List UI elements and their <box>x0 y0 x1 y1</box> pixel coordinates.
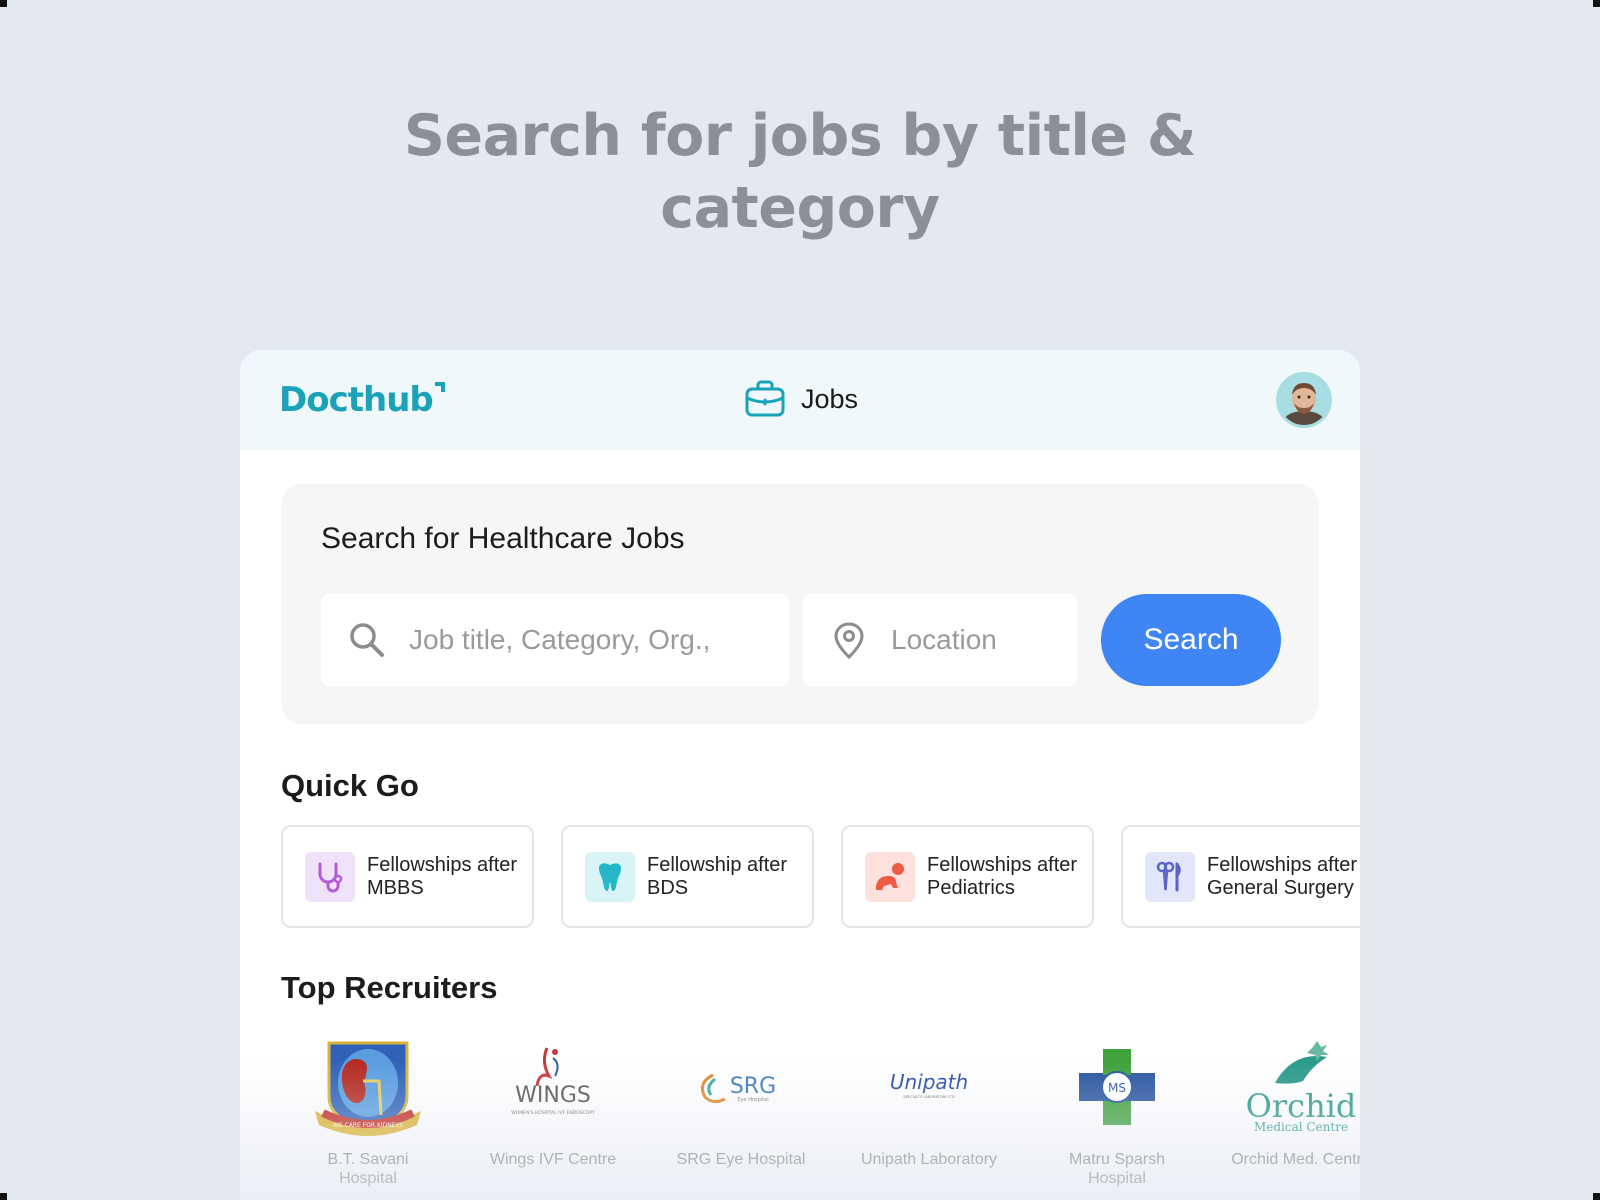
recruiter-name: Matru Sparsh Hospital <box>1068 1151 1166 1187</box>
wings-logo-text: WINGS <box>515 1083 591 1108</box>
unipath-logo-subtext: SPECIALTY LABORATORY LTD <box>903 1095 954 1099</box>
docthub-logo[interactable]: Docthub <box>279 380 445 420</box>
orchid-logo-subtext: Medical Centre <box>1254 1120 1348 1134</box>
hero-title: Search for jobs by title & category <box>0 100 1600 244</box>
stethoscope-icon <box>305 851 355 902</box>
tooth-icon <box>585 851 635 902</box>
quick-go-row: Fellowships after MBBS Fellowship after … <box>281 825 1360 928</box>
kidney-logo-text: WE CARE FOR KIDNEYS <box>333 1122 403 1129</box>
location-pin-icon <box>834 622 864 660</box>
srg-logo-subtext: Eye Hospital <box>737 1097 768 1103</box>
cross-logo: MS <box>1047 1032 1187 1142</box>
top-recruiters-row: WE CARE FOR KIDNEYS B.T. Savani Hospital… <box>281 1032 1360 1200</box>
recruiter-name: Unipath Laboratory <box>860 1151 998 1168</box>
quick-go-card[interactable]: Fellowship after BDS <box>561 825 814 928</box>
search-button[interactable]: Search <box>1101 594 1281 686</box>
recruiter-card[interactable]: MS Matru Sparsh Hospital <box>1027 1032 1207 1188</box>
orchid-logo: Orchid Medical Centre <box>1231 1032 1360 1142</box>
quick-go-card[interactable]: Fellowships after Pediatrics <box>841 825 1094 928</box>
recruiter-card[interactable]: WE CARE FOR KIDNEYS B.T. Savani Hospital <box>278 1032 458 1188</box>
recruiter-name: Orchid Med. Centre <box>1231 1151 1360 1168</box>
nav-jobs[interactable]: Jobs <box>745 380 858 418</box>
wings-logo: WINGS WOMEN'S HOSPITAL IVF ENDOSCOPY <box>483 1032 623 1142</box>
recruiter-card[interactable]: Orchid Medical Centre Orchid Med. Centre <box>1211 1032 1360 1169</box>
app-header: Docthub Jobs <box>240 350 1360 450</box>
unipath-logo: Unipath SPECIALTY LABORATORY LTD <box>859 1032 999 1142</box>
search-icon <box>350 623 384 657</box>
quick-go-label: Fellowship after BDS <box>647 853 788 899</box>
recruiter-name: B.T. Savani Hospital <box>327 1151 409 1187</box>
logo-text: Docthub <box>279 380 434 420</box>
corner-mark <box>0 0 7 7</box>
hero-title-line-2: category <box>660 175 940 241</box>
quick-go-title: Quick Go <box>281 768 419 803</box>
job-search-panel: Search for Healthcare Jobs Search <box>281 484 1319 724</box>
quick-go-card[interactable]: Fellowships after MBBS <box>281 825 534 928</box>
logo-corner-mark <box>434 382 445 392</box>
location-search-field[interactable] <box>803 594 1081 686</box>
wings-logo-subtext: WOMEN'S HOSPITAL IVF ENDOSCOPY <box>511 1110 595 1116</box>
job-search-input[interactable] <box>409 624 749 656</box>
unipath-logo-text: Unipath <box>890 1070 968 1094</box>
recruiter-card[interactable]: WINGS WOMEN'S HOSPITAL IVF ENDOSCOPY Win… <box>463 1032 643 1169</box>
corner-mark <box>0 1193 7 1200</box>
recruiter-name: Wings IVF Centre <box>489 1151 617 1168</box>
surgical-tools-icon <box>1145 851 1195 902</box>
kidney-shield-logo: WE CARE FOR KIDNEYS <box>298 1032 438 1142</box>
cross-logo-text: MS <box>1108 1081 1126 1095</box>
user-avatar[interactable] <box>1276 372 1332 428</box>
recruiter-name: SRG Eye Hospital <box>676 1151 806 1168</box>
app-window: Docthub Jobs Search for Healthcare Jobs … <box>240 350 1360 1200</box>
briefcase-icon <box>745 380 785 417</box>
quick-go-label: Fellowships after General Surgery <box>1207 853 1358 899</box>
corner-mark <box>1593 0 1600 7</box>
recruiter-card[interactable]: Unipath SPECIALTY LABORATORY LTD Unipath… <box>839 1032 1019 1169</box>
location-input[interactable] <box>891 624 1081 656</box>
quick-go-label: Fellowships after Pediatrics <box>927 853 1078 899</box>
search-heading: Search for Healthcare Jobs <box>321 522 685 555</box>
nav-jobs-label: Jobs <box>801 383 859 414</box>
hero-title-line-1: Search for jobs by title & <box>403 103 1197 169</box>
person-face-icon <box>1279 375 1329 425</box>
srg-logo: SRG Eye Hospital <box>671 1032 811 1142</box>
baby-crawling-icon <box>865 851 915 902</box>
quick-go-card[interactable]: Fellowships after General Surgery <box>1121 825 1360 928</box>
recruiter-card[interactable]: SRG Eye Hospital SRG Eye Hospital <box>651 1032 831 1169</box>
quick-go-label: Fellowships after MBBS <box>367 853 518 899</box>
job-search-field[interactable] <box>321 594 789 686</box>
srg-logo-text: SRG <box>730 1074 776 1099</box>
corner-mark <box>1593 1193 1600 1200</box>
top-recruiters-title: Top Recruiters <box>281 970 498 1005</box>
